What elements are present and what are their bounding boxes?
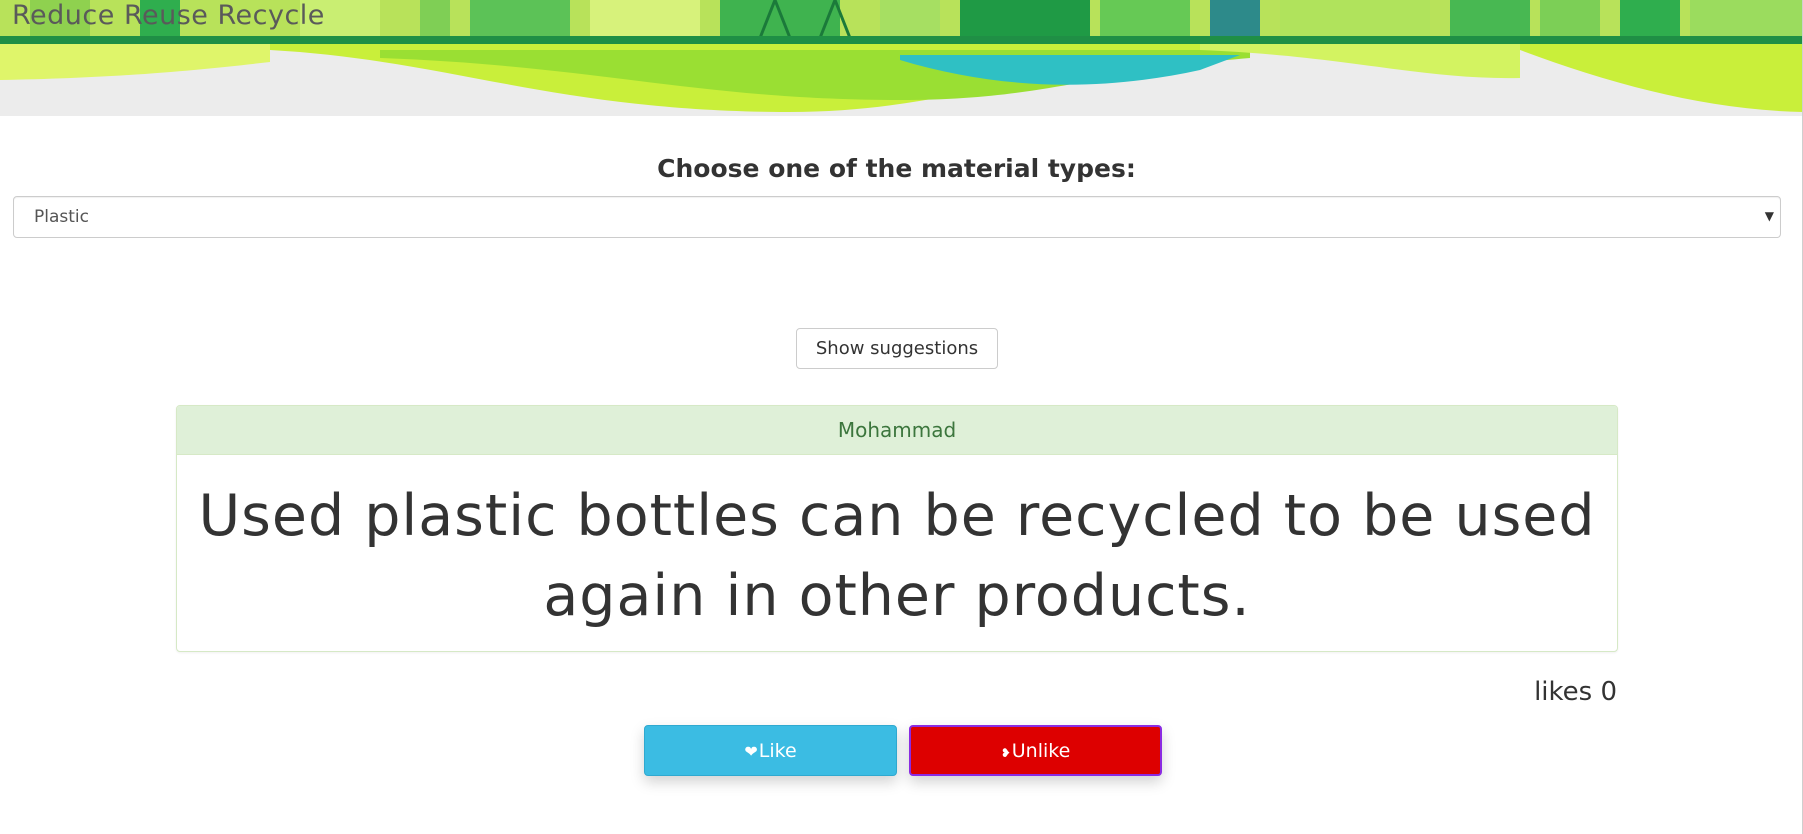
heart-icon: ❤ <box>744 741 758 761</box>
broken-heart-icon: ❥ <box>1000 745 1011 760</box>
material-type-select[interactable]: Plastic ▼ <box>13 196 1781 238</box>
suggestion-author: Mohammad <box>177 406 1617 455</box>
suggestion-text: Used plastic bottles can be recycled to … <box>198 483 1596 629</box>
like-button[interactable]: ❤Like <box>644 725 897 776</box>
unlike-button[interactable]: ❥Unlike <box>909 725 1162 776</box>
material-type-selected: Plastic <box>34 207 89 227</box>
like-label: Like <box>758 739 797 762</box>
header-banner: Reduce Reuse Recycle <box>0 0 1803 116</box>
show-suggestions-button[interactable]: Show suggestions <box>796 328 998 369</box>
material-type-label: Choose one of the material types: <box>657 154 1136 183</box>
suggestion-card: Mohammad Used plastic bottles can be rec… <box>176 405 1618 652</box>
unlike-label: Unlike <box>1011 739 1071 762</box>
chevron-down-icon: ▼ <box>1764 209 1774 223</box>
likes-count: likes 0 <box>1534 677 1617 707</box>
brand-title[interactable]: Reduce Reuse Recycle <box>12 0 325 31</box>
